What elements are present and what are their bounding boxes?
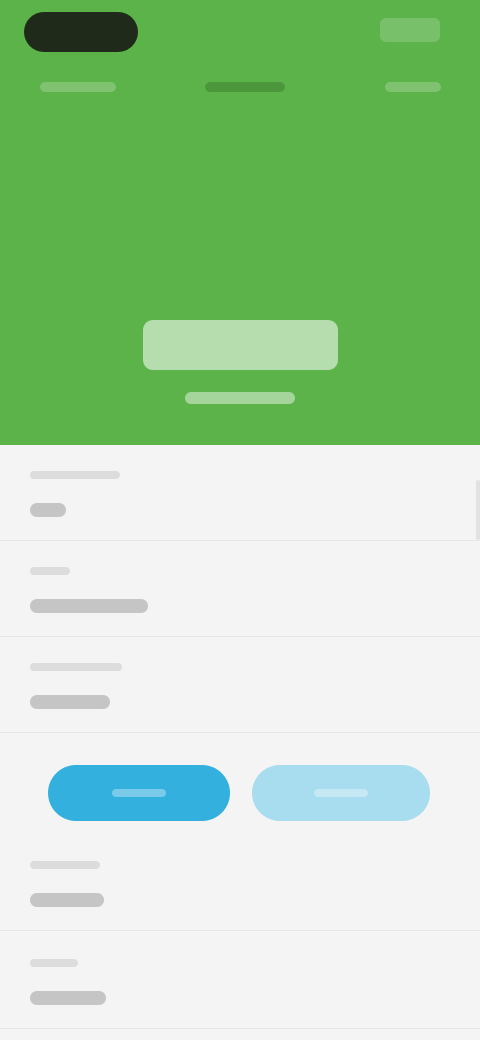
form-field-5[interactable]	[0, 933, 480, 1029]
form-field-4[interactable]	[0, 835, 480, 931]
form-body	[0, 445, 480, 1040]
tab-1-label-placeholder	[39, 82, 116, 92]
tab-2-label-placeholder	[205, 82, 285, 92]
secondary-button[interactable]	[252, 765, 430, 821]
field-1-value	[30, 503, 66, 517]
field-2-label	[30, 567, 70, 575]
form-field-1[interactable]	[0, 445, 480, 541]
form-field-3[interactable]	[0, 637, 480, 733]
app-logo-icon	[24, 12, 138, 52]
primary-button[interactable]	[48, 765, 230, 821]
amount-block	[0, 320, 480, 404]
field-5-label	[30, 959, 78, 967]
top-right-action-button[interactable]	[380, 18, 440, 42]
screen	[0, 0, 480, 1040]
field-2-value	[30, 599, 148, 613]
field-5-value	[30, 991, 106, 1005]
field-4-label	[30, 861, 100, 869]
tab-3-label-placeholder	[385, 82, 441, 92]
field-1-label	[30, 471, 120, 479]
field-3-value	[30, 695, 110, 709]
primary-button-label-placeholder	[111, 789, 167, 797]
field-3-label	[30, 663, 122, 671]
field-4-value	[30, 893, 104, 907]
amount-subtitle-placeholder	[185, 392, 295, 404]
tab-3[interactable]	[378, 70, 448, 104]
secondary-button-label-placeholder	[314, 789, 368, 797]
amount-placeholder	[142, 320, 338, 370]
form-field-2[interactable]	[0, 541, 480, 637]
tab-2[interactable]	[195, 70, 295, 104]
tab-1[interactable]	[30, 70, 125, 104]
header	[0, 0, 480, 445]
nav-tabs	[0, 70, 480, 106]
action-buttons	[0, 755, 480, 825]
